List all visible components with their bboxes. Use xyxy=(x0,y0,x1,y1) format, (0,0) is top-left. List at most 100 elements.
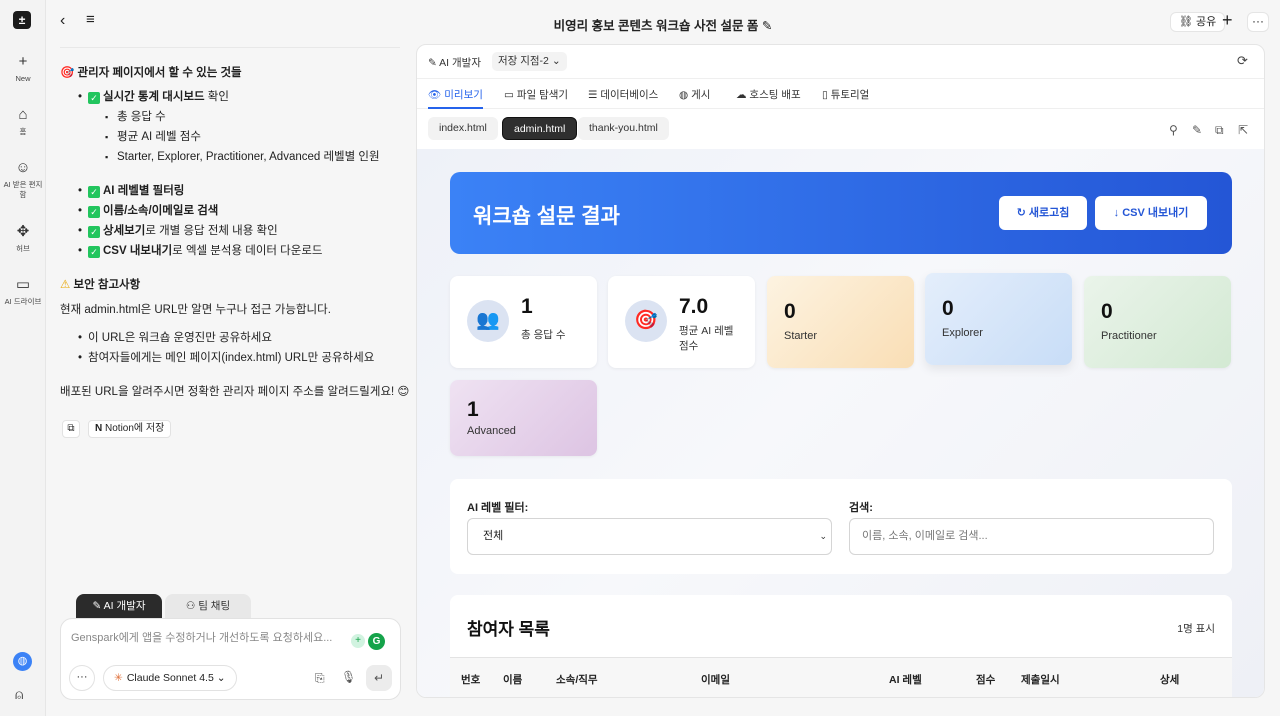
tab-hosting[interactable]: ☁ 호스팅 배포 xyxy=(736,87,801,102)
open-external-icon[interactable]: ⇱ xyxy=(1238,123,1248,137)
save-point-dropdown[interactable]: 저장 지점-2 ⌄ xyxy=(492,52,567,71)
admin-preview: 워크숍 설문 결과 ↻ 새로고침 ↓ CSV 내보내기 👥 1 총 응답 수 🎯… xyxy=(417,149,1264,697)
section-manager-heading: 🎯 관리자 페이지에서 할 수 있는 것들 xyxy=(60,67,242,79)
stat-average-card: 🎯 7.0 평균 AI 레벨 점수 xyxy=(608,276,755,368)
edit-icon[interactable]: ✎ xyxy=(1192,123,1202,137)
column-header[interactable]: 점수 xyxy=(976,672,995,687)
warning-icon: ⚠ xyxy=(60,279,71,291)
check-icon: ✓ xyxy=(88,92,100,104)
column-header[interactable]: 제출일시 xyxy=(1021,672,1060,687)
microphone-icon[interactable]: 🎙 xyxy=(341,670,356,684)
level-starter-card: 0 Starter xyxy=(767,276,914,368)
list-item: 이 URL은 워크숍 운영진만 공유하세요 xyxy=(78,330,272,346)
results-header: 워크숍 설문 결과 ↻ 새로고침 ↓ CSV 내보내기 xyxy=(450,172,1232,254)
copy-icon: ⧉ xyxy=(67,423,75,434)
check-icon: ✓ xyxy=(88,186,100,198)
chat-divider xyxy=(60,44,400,48)
genspark-logo-icon[interactable]: ± xyxy=(13,11,31,29)
rail-hub-label: 허브 xyxy=(16,244,30,253)
level-label: Practitioner xyxy=(1101,330,1157,342)
grammarly-icon[interactable]: G xyxy=(368,633,385,650)
file-tab-thank-you[interactable]: thank-you.html xyxy=(578,117,669,140)
share-button[interactable]: ⛓ 공유 xyxy=(1170,12,1226,32)
notion-icon: N xyxy=(95,423,103,434)
closing-text: 배포된 URL을 알려주시면 정확한 관리자 페이지 주소를 알려드릴게요! 😊 xyxy=(60,386,410,398)
column-header[interactable]: AI 레벨 xyxy=(889,672,922,687)
plus-icon: + xyxy=(18,53,28,70)
tab-file-explorer[interactable]: ▭ 파일 탐색기 xyxy=(504,87,568,102)
folder-icon: ▭ xyxy=(15,276,31,293)
edit-icon[interactable]: ✎ xyxy=(762,19,772,33)
refresh-button[interactable]: ↻ 새로고침 xyxy=(999,196,1087,230)
tab-database[interactable]: ☰ 데이터베이스 xyxy=(588,87,658,102)
file-tab-admin[interactable]: admin.html xyxy=(502,117,578,140)
grammarly-plus-icon[interactable]: + xyxy=(351,634,365,648)
chat-input-box[interactable]: Genspark에게 앱을 수정하거나 개선하도록 요청하세요... + G ·… xyxy=(60,618,401,700)
check-icon: ✓ xyxy=(88,246,100,258)
rail-home[interactable]: ⌂ 홈 xyxy=(0,106,46,137)
attach-icon[interactable]: ⎘ xyxy=(315,671,325,686)
rail-inbox[interactable]: ☺ AI 받은 편지함 xyxy=(0,159,46,200)
edit-icon: ✎ xyxy=(428,57,437,69)
top-bar: ‹ ≡ 비영리 홍보 콘텐츠 워크숍 사전 설문 폼 ✎ ⛓ 공유 + ··· xyxy=(46,0,1280,44)
copy-button[interactable]: ⧉ xyxy=(62,420,80,438)
page-title: 비영리 홍보 콘텐츠 워크숍 사전 설문 폼 ✎ xyxy=(553,19,773,33)
link-icon: ⛓ xyxy=(1179,16,1193,28)
rail-hub[interactable]: ✥ 허브 xyxy=(0,223,46,254)
tab-ai-developer[interactable]: ✎ AI 개발자 xyxy=(76,594,162,618)
workspace-header: ✎ AI 개발자 저장 지점-2 ⌄ ⟳ xyxy=(417,45,1264,79)
model-selector[interactable]: ✳ Claude Sonnet 4.5 ⌄ xyxy=(103,665,237,691)
column-header[interactable]: 이메일 xyxy=(701,672,730,687)
stat-average-value: 7.0 xyxy=(679,295,709,318)
send-button[interactable]: ↵ xyxy=(366,665,392,691)
add-icon[interactable]: + xyxy=(1222,10,1233,31)
rail-new[interactable]: + New xyxy=(0,53,46,84)
copy-icon[interactable]: ⧉ xyxy=(1215,123,1224,138)
list-item: Starter, Explorer, Practitioner, Advance… xyxy=(105,149,380,165)
file-tab-index[interactable]: index.html xyxy=(428,117,498,140)
csv-export-button[interactable]: ↓ CSV 내보내기 xyxy=(1095,196,1207,230)
rail-new-label: New xyxy=(15,74,31,83)
level-count: 1 xyxy=(467,398,479,421)
tab-publish[interactable]: ◍ 게시 xyxy=(679,87,710,102)
people-icon: ⚇ xyxy=(185,600,196,612)
participants-count: 1명 표시 xyxy=(1177,623,1215,635)
ai-developer-label: ✎ AI 개발자 xyxy=(428,57,481,69)
column-header[interactable]: 번호 xyxy=(461,672,480,687)
stat-average-label: 평균 AI 레벨 점수 xyxy=(679,325,734,352)
tab-team-chat[interactable]: ⚇ 팀 채팅 xyxy=(165,594,251,618)
save-to-notion-button[interactable]: N Notion에 저장 xyxy=(88,420,172,438)
column-header[interactable]: 이름 xyxy=(503,672,522,687)
more-options-button[interactable]: ··· xyxy=(1247,12,1269,32)
search-label: 검색: xyxy=(849,502,873,514)
home-icon: ⌂ xyxy=(18,106,28,123)
check-icon: ✓ xyxy=(88,226,100,238)
level-filter-select[interactable]: 전체 ⌄ xyxy=(467,518,832,555)
rail-inbox-label: AI 받은 편지함 xyxy=(3,180,43,199)
claude-icon: ✳ xyxy=(114,672,123,684)
tab-tutorial[interactable]: ▯ 튜토리얼 xyxy=(822,87,869,102)
level-count: 0 xyxy=(942,297,954,320)
security-text: 현재 admin.html은 URL만 알면 누구나 접근 가능합니다. xyxy=(60,304,331,316)
rail-drive[interactable]: ▭ AI 드라이브 xyxy=(0,276,46,307)
more-tools-button[interactable]: ··· xyxy=(69,665,95,691)
stat-total-value: 1 xyxy=(521,295,533,318)
left-rail: ± + New ⌂ 홈 ☺ AI 받은 편지함 ✥ 허브 ▭ AI 드라이브 ◍… xyxy=(0,0,46,716)
column-header[interactable]: 소속/직무 xyxy=(556,672,598,687)
filter-panel: AI 레벨 필터: 전체 ⌄ 검색: 이름, 소속, 이메일로 검색... xyxy=(450,479,1232,574)
chat-input[interactable]: Genspark에게 앱을 수정하거나 개선하도록 요청하세요... xyxy=(71,629,332,645)
list-item: ✓AI 레벨별 필터링 xyxy=(78,183,184,199)
level-count: 0 xyxy=(784,300,796,323)
refresh-icon[interactable]: ⟳ xyxy=(1237,53,1248,69)
file-tabs: index.html admin.html thank-you.html ⚲ ✎… xyxy=(417,109,1264,149)
tab-preview[interactable]: 👁 미리보기 xyxy=(428,87,483,109)
chevron-down-icon: ⌄ xyxy=(216,672,226,684)
search-input[interactable]: 이름, 소속, 이메일로 검색... xyxy=(849,518,1214,555)
search-icon[interactable]: ⚲ xyxy=(1169,123,1178,137)
column-header[interactable]: 상세 xyxy=(1160,672,1179,687)
user-icon[interactable]: ⍝ xyxy=(15,686,23,703)
level-explorer-card: 0 Explorer xyxy=(925,273,1072,365)
globe-icon[interactable]: ◍ xyxy=(13,652,32,671)
target-icon: 🎯 xyxy=(60,67,75,79)
participants-title: 참여자 목록 xyxy=(467,620,550,639)
